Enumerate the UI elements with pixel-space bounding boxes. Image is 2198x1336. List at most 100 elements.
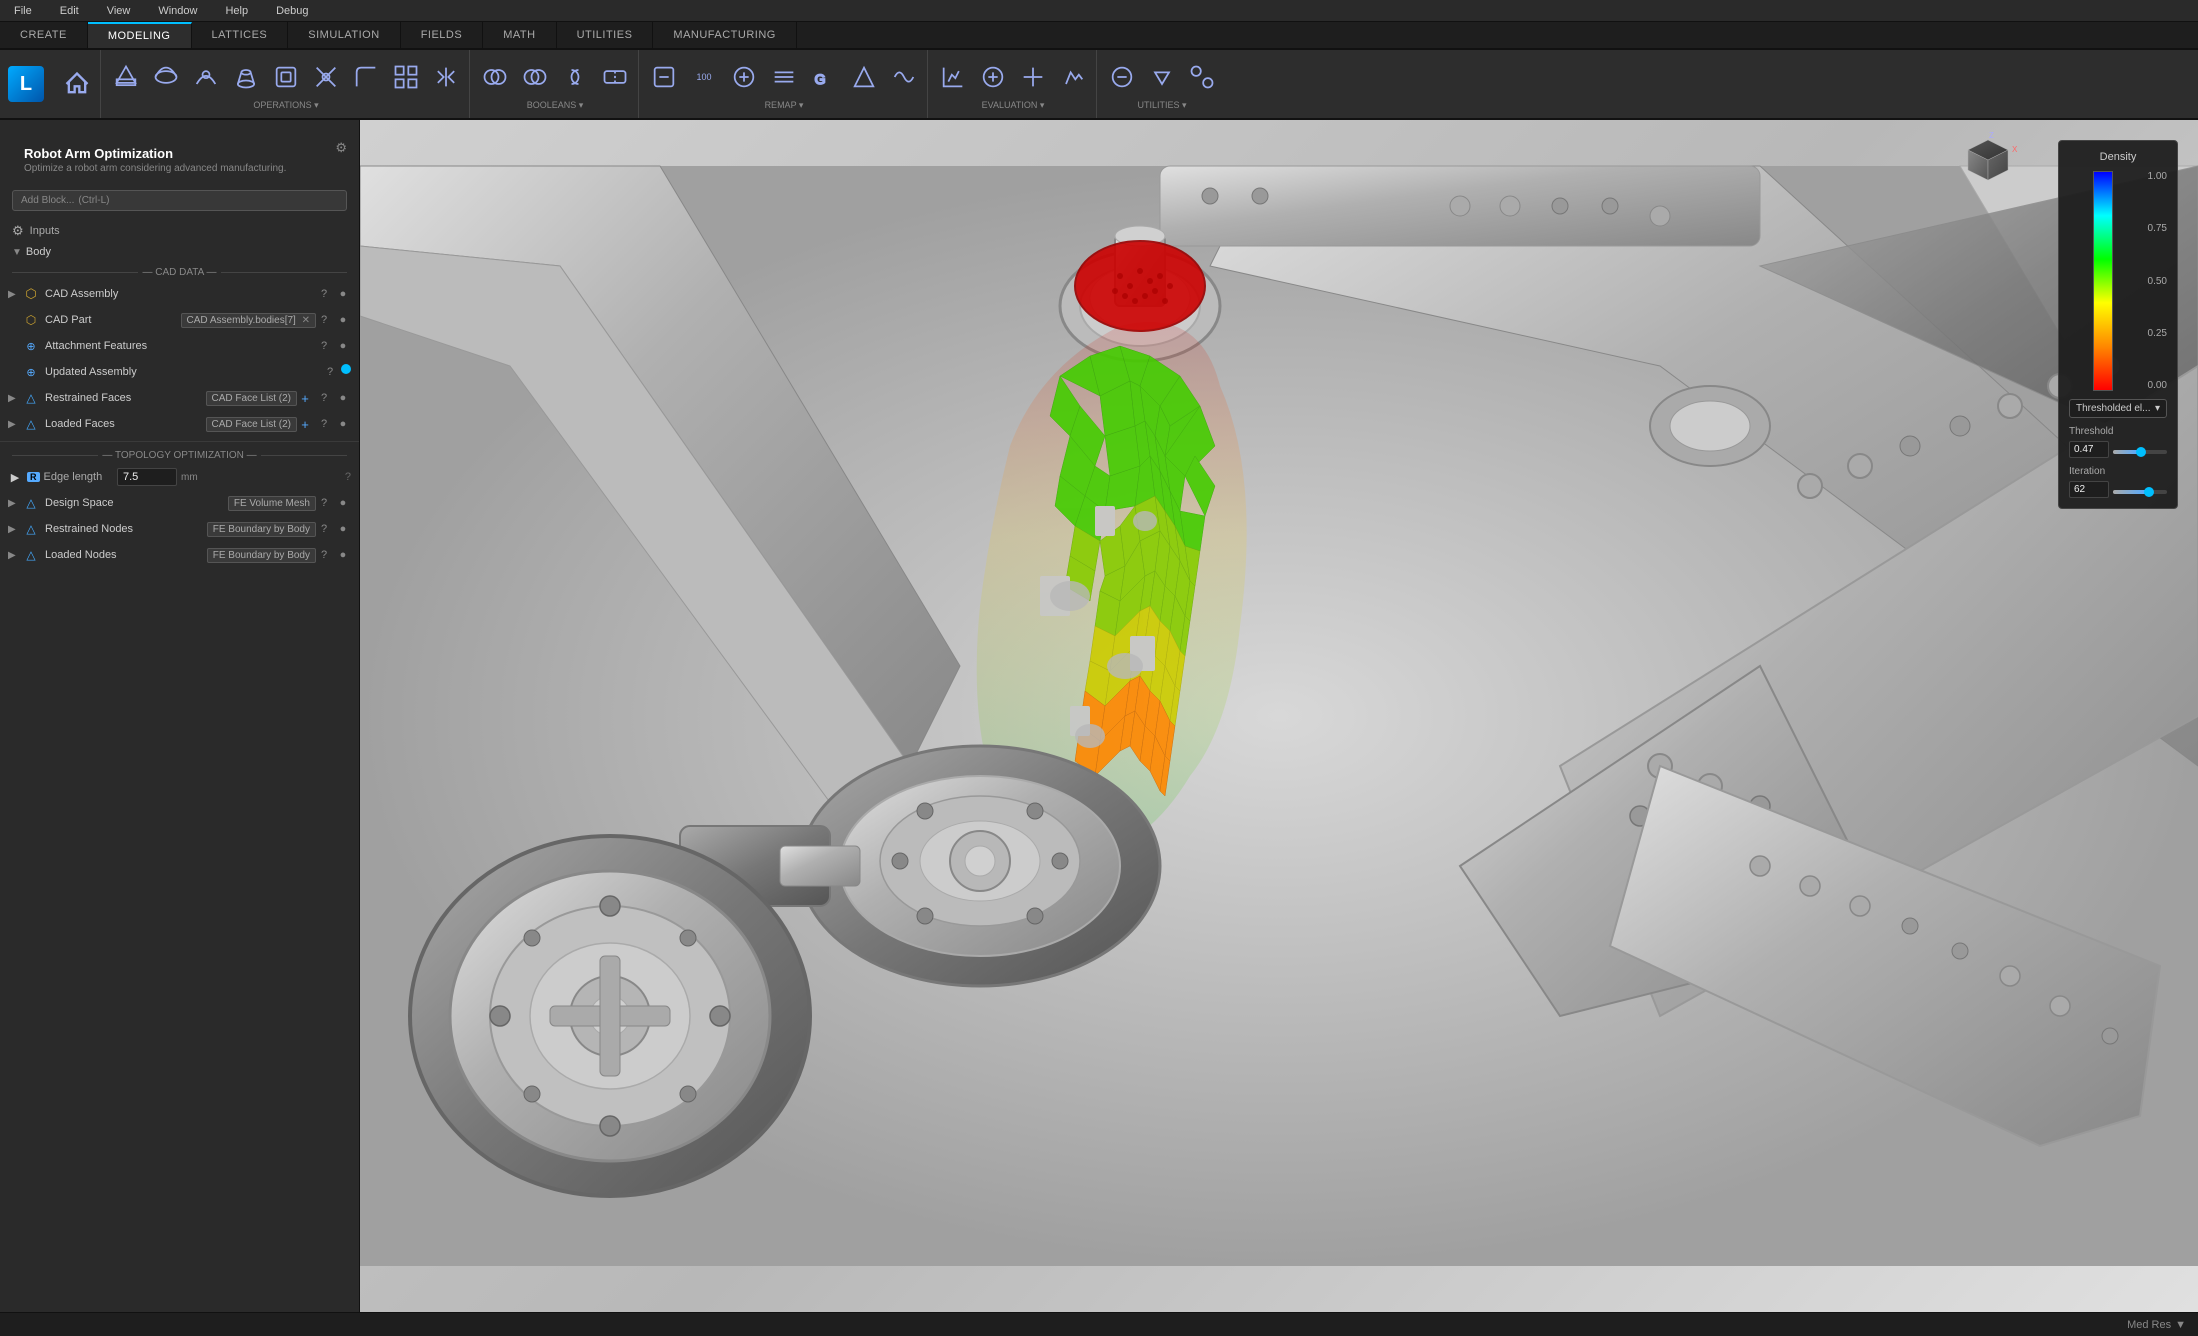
menu-file[interactable]: File — [8, 3, 38, 19]
tool-union[interactable] — [476, 58, 514, 96]
tree-item-updated-assembly[interactable]: ▶ ⊕ Updated Assembly ? — [0, 359, 359, 385]
tab-manufacturing[interactable]: MANUFACTURING — [653, 22, 796, 48]
tool-trim[interactable] — [307, 58, 345, 96]
cad-part-tag-close[interactable]: ✕ — [302, 315, 310, 326]
tool-revolve[interactable] — [147, 58, 185, 96]
edge-length-help-btn[interactable]: ? — [345, 471, 351, 483]
iteration-thumb[interactable] — [2144, 487, 2154, 497]
menu-debug[interactable]: Debug — [270, 3, 314, 19]
tab-modeling[interactable]: MODELING — [88, 22, 192, 48]
inputs-row[interactable]: ⚙ Inputs — [0, 219, 359, 243]
tool-remap6[interactable] — [845, 58, 883, 96]
tool-subtract[interactable] — [516, 58, 554, 96]
attachment-dot-btn[interactable]: ● — [335, 338, 351, 354]
tree-item-design-space[interactable]: ▶ △ Design Space FE Volume Mesh ? ● — [0, 490, 359, 516]
tab-math[interactable]: MATH — [483, 22, 556, 48]
cad-part-dot-btn[interactable]: ● — [335, 312, 351, 328]
tool-split[interactable] — [596, 58, 634, 96]
design-space-dot-btn[interactable]: ● — [335, 495, 351, 511]
tab-fields[interactable]: FIELDS — [401, 22, 484, 48]
booleans-label: BOOLEANS ▾ — [527, 100, 584, 111]
panel-settings-icon[interactable]: ⚙ — [335, 140, 347, 156]
attachment-help-btn[interactable]: ? — [316, 338, 332, 354]
toolbar-home-btn[interactable] — [58, 65, 96, 103]
threshold-value[interactable]: 0.47 — [2069, 441, 2109, 458]
cad-assembly-help-btn[interactable]: ? — [316, 286, 332, 302]
loaded-nodes-label: Loaded Nodes — [45, 549, 203, 561]
add-block-shortcut: (Ctrl-L) — [78, 195, 109, 206]
tool-100[interactable]: 100 — [685, 58, 723, 96]
updated-assembly-help-btn[interactable]: ? — [322, 364, 338, 380]
tool-remap5[interactable]: G — [805, 58, 843, 96]
tool-eval3[interactable] — [1014, 58, 1052, 96]
threshold-track[interactable] — [2113, 450, 2167, 454]
tool-util3[interactable] — [1183, 58, 1221, 96]
menu-help[interactable]: Help — [219, 3, 254, 19]
tool-fillet[interactable] — [347, 58, 385, 96]
tool-eval4[interactable] — [1054, 58, 1092, 96]
cad-part-help-btn[interactable]: ? — [316, 312, 332, 328]
menu-view[interactable]: View — [101, 3, 137, 19]
tree-item-loaded-nodes[interactable]: ▶ △ Loaded Nodes FE Boundary by Body ? ● — [0, 542, 359, 568]
edge-length-input[interactable] — [117, 468, 177, 486]
tool-remap7[interactable] — [885, 58, 923, 96]
cube-navigator[interactable]: X Z — [1958, 130, 2018, 190]
tool-eval1[interactable] — [934, 58, 972, 96]
loaded-nodes-tag: FE Boundary by Body — [207, 548, 316, 563]
body-label: Body — [26, 246, 51, 258]
iteration-track[interactable] — [2113, 490, 2167, 494]
viewport[interactable]: X Z Density 1.00 0.75 0.50 0.25 0.00 Thr… — [360, 120, 2198, 1312]
density-dropdown-btn[interactable]: Thresholded el... ▾ — [2069, 399, 2167, 418]
tool-eval2[interactable] — [974, 58, 1012, 96]
tab-create[interactable]: CREATE — [0, 22, 88, 48]
menu-window[interactable]: Window — [152, 3, 203, 19]
iteration-value[interactable]: 62 — [2069, 481, 2109, 498]
restrained-faces-help-btn[interactable]: ? — [316, 390, 332, 406]
tree-item-loaded-faces[interactable]: ▶ △ Loaded Faces CAD Face List (2) + ? ● — [0, 411, 359, 437]
tool-pattern[interactable] — [387, 58, 425, 96]
tool-sweep[interactable] — [187, 58, 225, 96]
evaluation-label: EVALUATION ▾ — [982, 100, 1045, 111]
restrained-faces-add-btn[interactable]: + — [297, 390, 313, 406]
tree-item-cad-part[interactable]: ▶ ⬡ CAD Part CAD Assembly.bodies[7] ✕ ? … — [0, 307, 359, 333]
loaded-faces-add-btn[interactable]: + — [297, 416, 313, 432]
restrained-nodes-dot-btn[interactable]: ● — [335, 521, 351, 537]
menu-edit[interactable]: Edit — [54, 3, 85, 19]
add-block-button[interactable]: Add Block... (Ctrl-L) — [12, 190, 347, 211]
tree-item-restrained-nodes[interactable]: ▶ △ Restrained Nodes FE Boundary by Body… — [0, 516, 359, 542]
tree-item-restrained-faces[interactable]: ▶ △ Restrained Faces CAD Face List (2) +… — [0, 385, 359, 411]
restrained-faces-tag: CAD Face List (2) — [206, 391, 297, 406]
tool-intersect[interactable] — [556, 58, 594, 96]
app-logo: L — [8, 66, 44, 102]
loaded-faces-dot-btn[interactable]: ● — [335, 416, 351, 432]
tool-extrude[interactable] — [107, 58, 145, 96]
tool-util1[interactable] — [1103, 58, 1141, 96]
cad-assembly-dot-btn[interactable]: ● — [335, 286, 351, 302]
tool-mirror[interactable] — [427, 58, 465, 96]
loaded-nodes-icon: △ — [22, 546, 40, 564]
loaded-faces-help-btn[interactable]: ? — [316, 416, 332, 432]
loaded-faces-label: Loaded Faces — [45, 418, 202, 430]
tool-shell[interactable] — [267, 58, 305, 96]
tree-item-attachment-features[interactable]: ▶ ⊕ Attachment Features ? ● — [0, 333, 359, 359]
body-header[interactable]: ▼ Body — [0, 243, 359, 261]
tool-remap1[interactable] — [645, 58, 683, 96]
tool-remap4[interactable] — [765, 58, 803, 96]
tab-utilities[interactable]: UTILITIES — [557, 22, 654, 48]
tab-lattices[interactable]: LATTICES — [192, 22, 289, 48]
tree-item-cad-assembly[interactable]: ▶ ⬡ CAD Assembly ? ● — [0, 281, 359, 307]
restrained-faces-dot-btn[interactable]: ● — [335, 390, 351, 406]
loaded-nodes-help-btn[interactable]: ? — [316, 547, 332, 563]
resolution-label: Med Res — [2127, 1319, 2171, 1331]
design-space-help-btn[interactable]: ? — [316, 495, 332, 511]
cad-part-icon: ⬡ — [22, 311, 40, 329]
scale-label-50: 0.50 — [2148, 276, 2167, 287]
resolution-status[interactable]: Med Res ▼ — [2127, 1319, 2186, 1331]
threshold-thumb[interactable] — [2136, 447, 2146, 457]
tab-simulation[interactable]: SIMULATION — [288, 22, 400, 48]
tool-util2[interactable] — [1143, 58, 1181, 96]
tool-loft[interactable] — [227, 58, 265, 96]
loaded-nodes-dot-btn[interactable]: ● — [335, 547, 351, 563]
tool-remap3[interactable] — [725, 58, 763, 96]
restrained-nodes-help-btn[interactable]: ? — [316, 521, 332, 537]
